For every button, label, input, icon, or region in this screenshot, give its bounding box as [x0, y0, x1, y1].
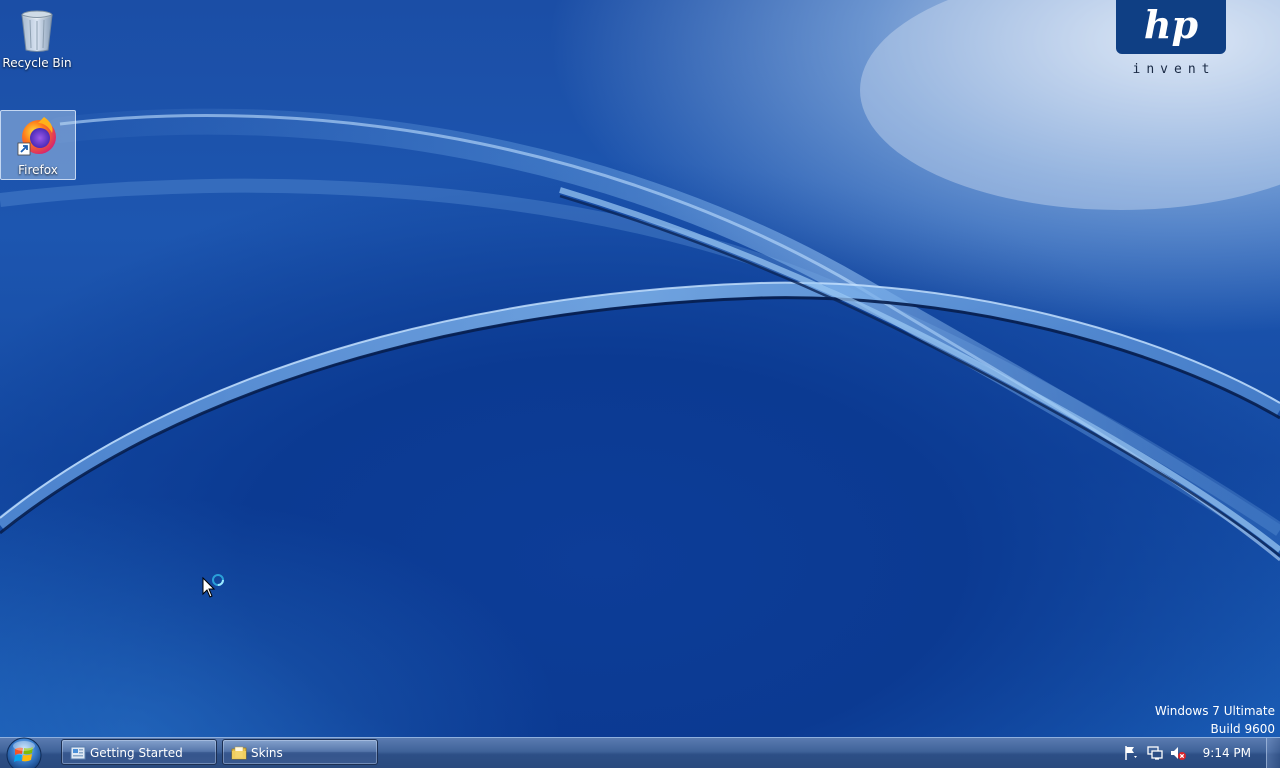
taskbar: Getting Started Skins 9:14 PM [0, 737, 1280, 768]
taskbar-button-skins[interactable]: Skins [222, 739, 378, 765]
watermark-build: Build 9600 [1210, 722, 1275, 736]
action-center-flag-icon[interactable] [1123, 745, 1139, 761]
system-tray: 9:14 PM [1118, 738, 1280, 768]
taskbar-clock[interactable]: 9:14 PM [1203, 738, 1251, 768]
network-icon[interactable] [1147, 745, 1163, 761]
folder-icon [231, 746, 247, 760]
desktop[interactable]: Recycle Bin Firefox hp invent Windows 7 … [0, 0, 1280, 768]
recycle-bin-icon [21, 10, 53, 52]
windows-start-orb-icon[interactable] [4, 735, 44, 768]
hp-logo-tagline: invent [1132, 62, 1216, 77]
firefox-shortcut[interactable]: Firefox [0, 110, 76, 180]
wallpaper [0, 0, 1280, 768]
hp-logo-mark: hp [1116, 0, 1226, 54]
windows-watermark: Windows 7 Ultimate Build 9600 [1155, 702, 1275, 738]
firefox-label: Firefox [18, 163, 58, 177]
recycle-bin-label: Recycle Bin [2, 56, 72, 70]
recycle-bin-shortcut[interactable]: Recycle Bin [0, 2, 74, 70]
watermark-edition: Windows 7 Ultimate [1154, 704, 1275, 718]
busy-cursor-icon [202, 574, 224, 598]
show-desktop-button[interactable] [1266, 738, 1280, 768]
firefox-icon [17, 117, 56, 156]
taskbar-button-getting-started[interactable]: Getting Started [61, 739, 217, 765]
taskbar-button-label: Skins [251, 746, 283, 760]
volume-muted-icon[interactable] [1170, 745, 1186, 761]
hp-logo: hp invent [1116, 0, 1226, 77]
getting-started-icon [70, 746, 86, 760]
taskbar-button-label: Getting Started [90, 746, 183, 760]
